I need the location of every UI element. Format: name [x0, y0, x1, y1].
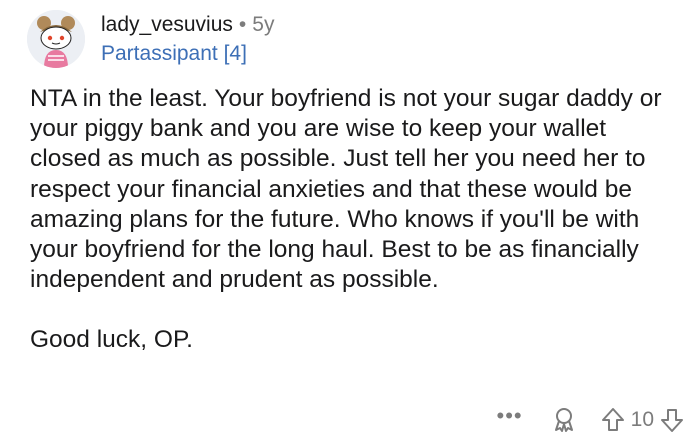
award-button[interactable]: [551, 407, 577, 433]
comment-actions: ••• 10: [497, 402, 684, 438]
meta-separator: •: [238, 13, 247, 36]
comment-paragraph: Good luck, OP.: [30, 326, 193, 354]
vote-score: 10: [630, 408, 654, 431]
downvote-arrow-icon: [661, 409, 683, 432]
comment-age: 5y: [252, 13, 275, 36]
avatar[interactable]: [27, 10, 85, 68]
comment: lady_vesuvius • 5y Partassipant [4] NTA in…: [0, 0, 700, 446]
comment-body: NTA in the least. Your boyfriend is not …: [30, 84, 680, 356]
snoo-avatar-icon: [27, 10, 85, 68]
username-link[interactable]: lady_vesuvius: [101, 13, 233, 36]
comment-meta: lady_vesuvius • 5y Partassipant [4]: [101, 12, 274, 67]
meta-line: lady_vesuvius • 5y: [101, 12, 274, 38]
upvote-button[interactable]: [601, 407, 625, 433]
downvote-button[interactable]: [660, 407, 684, 433]
comment-paragraph: NTA in the least. Your boyfriend is not …: [30, 85, 662, 294]
award-icon: [554, 408, 573, 432]
upvote-arrow-icon: [601, 408, 624, 431]
user-flair: Partassipant [4]: [101, 42, 247, 65]
more-options-button[interactable]: •••: [497, 405, 523, 427]
